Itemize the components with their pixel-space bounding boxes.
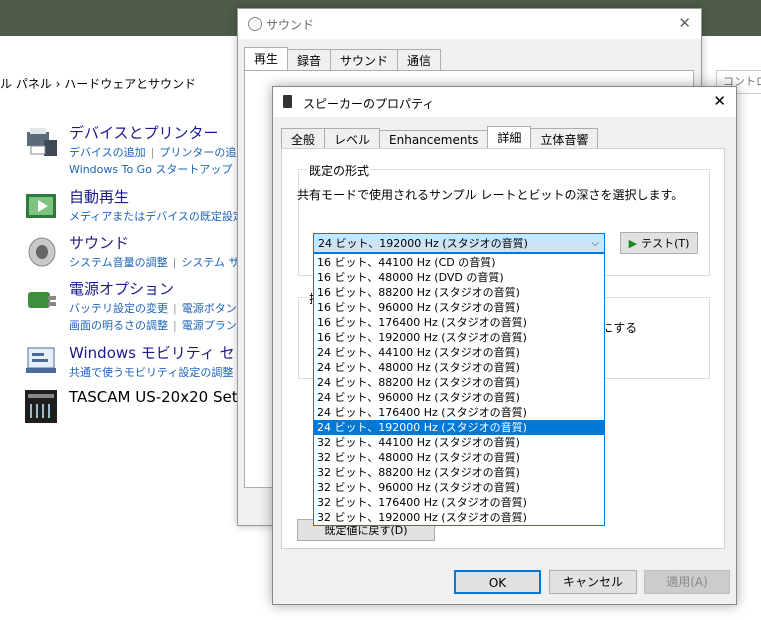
- format-option[interactable]: 24 ビット、48000 Hz (スタジオの音質): [314, 360, 604, 375]
- dialog-titlebar: スピーカーのプロパティ ✕: [273, 87, 736, 117]
- autoplay-icon: [26, 194, 56, 218]
- tab-sounds[interactable]: サウンド: [330, 49, 399, 71]
- power-plug-icon: [28, 292, 56, 308]
- link-adjust-volume[interactable]: システム音量の調整: [69, 256, 168, 269]
- default-format-description: 共有モードで使用されるサンプル レートとビットの深さを選択します。: [297, 188, 684, 202]
- dialog-tabs: 全般 レベル Enhancements 詳細 立体音響: [281, 126, 599, 150]
- category-title[interactable]: サウンド: [69, 232, 129, 253]
- cancel-button[interactable]: キャンセル: [549, 570, 637, 594]
- close-icon[interactable]: ✕: [713, 92, 726, 110]
- tab-recording[interactable]: 録音: [287, 49, 332, 71]
- tab-levels[interactable]: レベル: [324, 128, 381, 150]
- format-dropdown-list: 16 ビット、44100 Hz (CD の音質) 16 ビット、48000 Hz …: [313, 253, 605, 526]
- format-option[interactable]: 16 ビット、176400 Hz (スタジオの音質): [314, 315, 604, 330]
- sound-tabs: 再生 録音 サウンド 通信: [244, 47, 442, 71]
- tab-advanced[interactable]: 詳細: [487, 126, 532, 150]
- format-option[interactable]: 32 ビット、88200 Hz (スタジオの音質): [314, 465, 604, 480]
- tab-spatial-sound[interactable]: 立体音響: [530, 128, 599, 150]
- apply-button[interactable]: 適用(A): [644, 570, 730, 594]
- ok-button[interactable]: OK: [454, 570, 541, 594]
- category-title[interactable]: 電源オプション: [69, 278, 174, 299]
- tab-enhancements[interactable]: Enhancements: [379, 130, 489, 149]
- format-option[interactable]: 16 ビット、88200 Hz (スタジオの音質): [314, 285, 604, 300]
- category-title[interactable]: 自動再生: [69, 186, 129, 207]
- link-system-sounds[interactable]: システム サ: [181, 256, 239, 269]
- format-option[interactable]: 24 ビット、176400 Hz (スタジオの音質): [314, 405, 604, 420]
- dialog-title: スピーカーのプロパティ: [303, 97, 435, 111]
- format-option[interactable]: 16 ビット、192000 Hz (スタジオの音質): [314, 330, 604, 345]
- printer-icon: [27, 128, 57, 156]
- link-mobility-settings[interactable]: 共通で使うモビリティ設定の調整: [69, 366, 233, 379]
- category-title[interactable]: TASCAM US-20x20 Setti: [69, 388, 248, 406]
- format-option[interactable]: 24 ビット、44100 Hz (スタジオの音質): [314, 345, 604, 360]
- format-option[interactable]: 16 ビット、96000 Hz (スタジオの音質): [314, 300, 604, 315]
- play-icon: ▶: [628, 237, 638, 250]
- test-button[interactable]: ▶ テスト(T): [620, 232, 698, 254]
- format-option[interactable]: 24 ビット、192000 Hz (スタジオの音質): [314, 420, 604, 435]
- format-selected-value: 24 ビット、192000 Hz (スタジオの音質): [318, 237, 528, 250]
- link-brightness[interactable]: 画面の明るさの調整: [69, 319, 168, 332]
- category-title[interactable]: デバイスとプリンター: [69, 122, 219, 143]
- tab-playback[interactable]: 再生: [244, 47, 289, 71]
- link-add-device[interactable]: デバイスの追加: [69, 146, 146, 159]
- tascam-icon: [25, 390, 57, 423]
- speaker-icon: [28, 237, 56, 267]
- mobility-center-icon: [26, 347, 56, 373]
- format-option[interactable]: 32 ビット、48000 Hz (スタジオの音質): [314, 450, 604, 465]
- default-format-label: 既定の形式: [307, 162, 372, 179]
- format-option[interactable]: 24 ビット、88200 Hz (スタジオの音質): [314, 375, 604, 390]
- tab-general[interactable]: 全般: [281, 128, 326, 150]
- link-battery-settings[interactable]: バッテリ設定の変更: [69, 302, 168, 315]
- format-option[interactable]: 32 ビット、192000 Hz (スタジオの音質): [314, 510, 604, 525]
- speaker-icon: [283, 95, 292, 108]
- tab-communications[interactable]: 通信: [397, 49, 442, 71]
- format-option[interactable]: 16 ビット、44100 Hz (CD の音質): [314, 255, 604, 270]
- format-option[interactable]: 32 ビット、44100 Hz (スタジオの音質): [314, 435, 604, 450]
- chevron-down-icon: ⌵: [591, 238, 599, 249]
- sound-window-title: サウンド: [266, 18, 315, 32]
- speaker-properties-dialog: スピーカーのプロパティ ✕ 全般 レベル Enhancements 詳細 立体音響 既定…: [272, 86, 737, 605]
- format-option[interactable]: 16 ビット、48000 Hz (DVD の音質): [314, 270, 604, 285]
- exclusive-mode-option-text: にする: [601, 321, 638, 335]
- close-icon[interactable]: ✕: [678, 14, 691, 32]
- breadcrumb[interactable]: ル パネル › ハードウェアとサウンド: [0, 75, 196, 92]
- format-option[interactable]: 32 ビット、176400 Hz (スタジオの音質): [314, 495, 604, 510]
- sound-titlebar: サウンド ✕: [238, 9, 701, 39]
- format-option[interactable]: 32 ビット、96000 Hz (スタジオの音質): [314, 480, 604, 495]
- link-windows-to-go[interactable]: Windows To Go スタートアップ オプ: [69, 163, 258, 176]
- test-button-label: テスト(T): [641, 237, 690, 250]
- link-power-plan[interactable]: 電源プラン: [182, 319, 237, 332]
- format-option[interactable]: 24 ビット、96000 Hz (スタジオの音質): [314, 390, 604, 405]
- link-power-button[interactable]: 電源ボタン: [182, 302, 237, 315]
- link-add-printer[interactable]: プリンターの追加: [159, 146, 247, 159]
- sound-window-icon: [248, 17, 262, 31]
- format-dropdown[interactable]: 24 ビット、192000 Hz (スタジオの音質) ⌵: [313, 233, 605, 253]
